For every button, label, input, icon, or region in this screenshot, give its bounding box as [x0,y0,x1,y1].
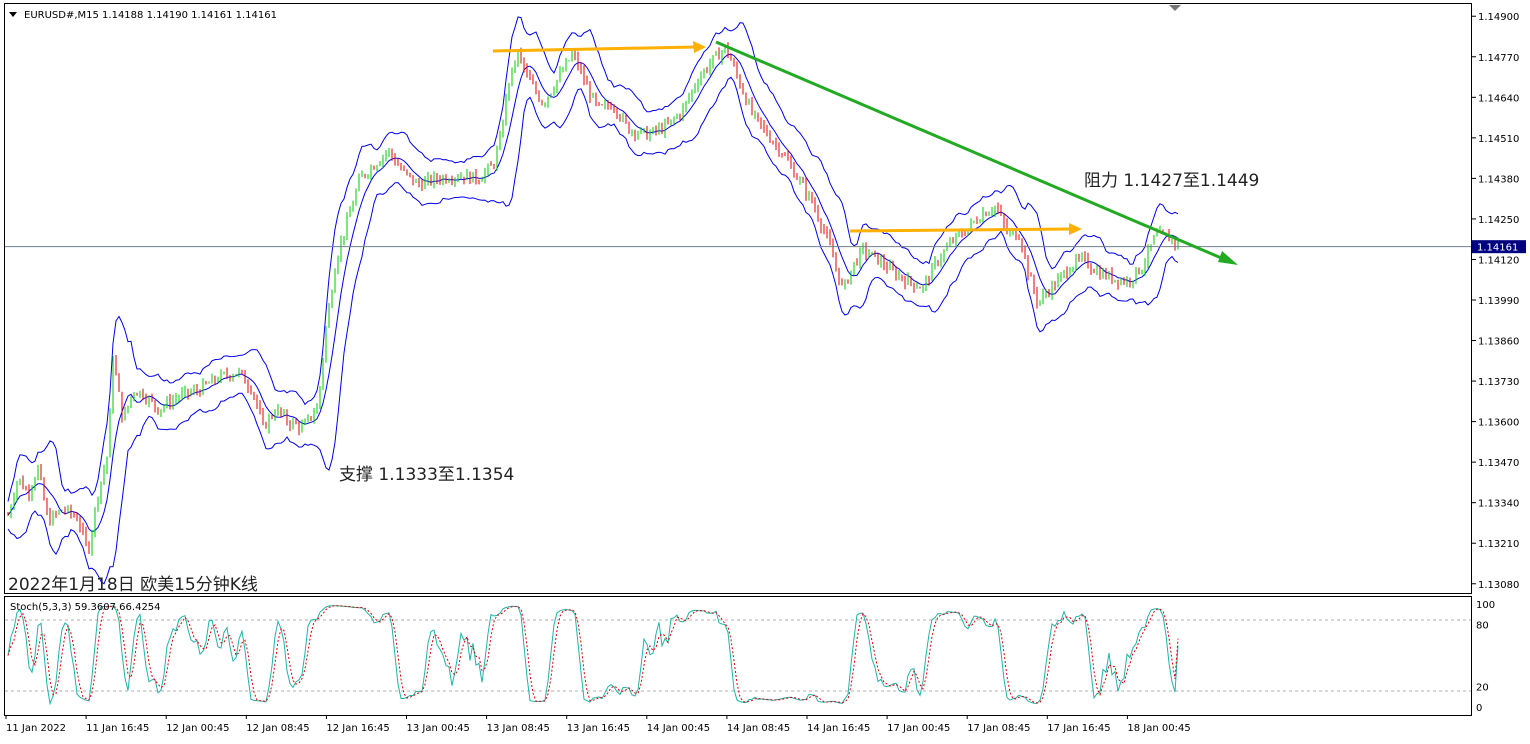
time-tick-label: 17 Jan 00:45 [887,723,950,734]
time-tick-label: 14 Jan 08:45 [727,723,790,734]
price-tick-label: 1.14250 [1478,215,1519,226]
time-tick-label: 14 Jan 00:45 [647,723,710,734]
price-tick-label: 1.14510 [1478,134,1519,145]
time-tick-label: 12 Jan 08:45 [246,723,309,734]
main-panel-frame [4,3,1472,594]
time-tick-label: 13 Jan 08:45 [487,723,550,734]
price-tick-label: 1.13210 [1478,539,1519,550]
price-tick-label: 1.13600 [1478,418,1519,429]
time-tick-label: 11 Jan 16:45 [86,723,149,734]
price-axis: 1.14900 1.14770 1.14640 1.14510 1.14380 1.142… [1472,12,1519,591]
price-tick-label: 1.14120 [1478,255,1519,266]
stoch-tick-label: 0 [1476,703,1482,714]
stoch-tick-label: 20 [1476,682,1489,693]
time-axis: 11 Jan 2022 11 Jan 16:45 12 Jan 00:45 12 Ja… [5,715,1191,734]
price-tick-label: 1.13730 [1478,377,1519,388]
time-tick-label: 12 Jan 00:45 [166,723,229,734]
stoch-panel-frame [4,596,1472,716]
current-price-tag: 1.14161 [1472,240,1526,254]
chart-header: EURUSD#,M15 1.14188 1.14190 1.14161 1.14… [24,10,277,21]
stoch-tick-label: 80 [1476,621,1489,632]
time-tick-label: 18 Jan 00:45 [1127,723,1190,734]
time-tick-label: 13 Jan 16:45 [567,723,630,734]
time-tick-label: 17 Jan 08:45 [967,723,1030,734]
stoch-header: Stoch(5,3,3) 59.3607 66.4254 [10,602,161,613]
price-tick-label: 1.13080 [1478,580,1519,591]
time-tick-label: 14 Jan 16:45 [807,723,870,734]
price-tick-label: 1.14380 [1478,174,1519,185]
time-tick-label: 13 Jan 00:45 [407,723,470,734]
price-tick-label: 1.13990 [1478,296,1519,307]
price-tick-label: 1.13860 [1478,337,1519,348]
price-tick-label: 1.14770 [1478,53,1519,64]
price-tick-label: 1.14640 [1478,93,1519,104]
resistance-annotation: 阻力 1.1427至1.1449 [1084,171,1259,191]
chart-caption: 2022年1月18日 欧美15分钟K线 [8,575,258,595]
time-tick-label: 17 Jan 16:45 [1047,723,1110,734]
time-tick-label: 11 Jan 2022 [6,723,66,734]
support-annotation: 支撑 1.1333至1.1354 [339,465,514,485]
time-tick-label: 12 Jan 16:45 [326,723,389,734]
stoch-axis: 100 80 20 0 [1476,600,1495,714]
price-tick-label: 1.13470 [1478,458,1519,469]
current-price-value: 1.14161 [1477,243,1518,254]
chart-svg: EURUSD#,M15 1.14188 1.14190 1.14161 1.14… [4,3,1526,734]
stoch-tick-label: 100 [1476,600,1495,611]
price-tick-label: 1.13340 [1478,499,1519,510]
price-tick-label: 1.14900 [1478,12,1519,23]
